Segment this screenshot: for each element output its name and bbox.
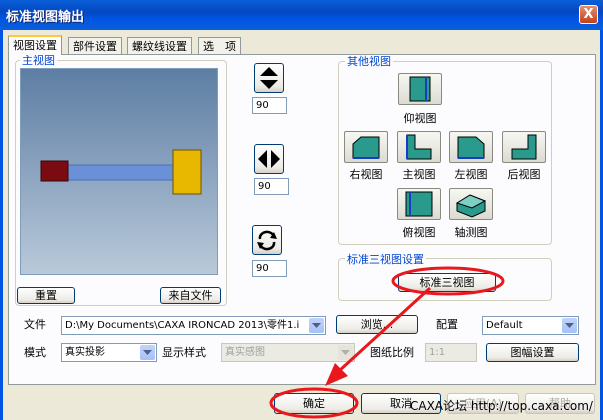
chevron-down-icon (143, 350, 152, 355)
config-select[interactable]: Default (482, 316, 579, 335)
chevron-down-icon (565, 323, 574, 328)
reset-button[interactable]: 重置 (17, 287, 75, 304)
right-view-label: 右视图 (349, 168, 383, 181)
display-style-value: 真实感图 (225, 347, 265, 358)
left-view-icon (457, 136, 485, 159)
file-path-value: D:\My Documents\CAXA IRONCAD 2013\零件1.i (65, 320, 300, 331)
rotate-horizontal-angle[interactable]: 90 (254, 178, 289, 195)
top-view-label: 俯视图 (402, 226, 436, 239)
rotate-horizontal-button[interactable] (254, 144, 284, 174)
front-view-label: 主视图 (402, 168, 436, 181)
display-style-label: 显示样式 (162, 346, 206, 359)
isometric-view-button[interactable] (449, 188, 493, 220)
sheet-settings-button[interactable]: 图幅设置 (486, 343, 579, 362)
title-bar: 标准视图输出 X (0, 0, 603, 30)
main-view-group-label: 主视图 (20, 54, 57, 67)
tab-label: 选 项 (203, 40, 236, 53)
model-left-block (40, 160, 69, 182)
tab-options[interactable]: 选 项 (198, 37, 241, 54)
front-view-button[interactable] (397, 131, 441, 163)
up-down-arrows-icon (260, 67, 278, 89)
tab-thread-settings[interactable]: 螺纹线设置 (127, 37, 192, 54)
red-arrow-annotation (325, 286, 432, 386)
left-right-arrows-icon (258, 150, 280, 168)
tab-label: 部件设置 (73, 40, 117, 53)
isometric-view-label: 轴测图 (454, 226, 488, 239)
mode-select[interactable]: 真实投影 (61, 343, 157, 362)
close-button[interactable]: X (579, 5, 598, 24)
right-view-icon (352, 136, 380, 159)
mode-label: 模式 (24, 346, 46, 359)
back-view-icon (511, 134, 537, 160)
model-right-block (172, 149, 202, 195)
other-views-group-label: 其他视图 (345, 55, 393, 68)
rotate-arrows-icon (257, 230, 277, 251)
model-rod (66, 164, 174, 181)
config-label: 配置 (436, 318, 458, 331)
bottom-view-button[interactable] (398, 73, 442, 105)
mode-value: 真实投影 (65, 347, 105, 358)
model-preview-drawing (40, 149, 202, 195)
rotate-vertical-button[interactable] (254, 63, 284, 93)
config-value: Default (486, 320, 523, 331)
file-select[interactable]: D:\My Documents\CAXA IRONCAD 2013\零件1.i (61, 316, 326, 335)
model-preview[interactable] (20, 68, 218, 275)
rotate-spin-angle[interactable]: 90 (252, 260, 287, 277)
left-view-button[interactable] (449, 131, 493, 163)
tab-part-settings[interactable]: 部件设置 (68, 37, 122, 54)
mode-dropdown-button[interactable] (140, 345, 155, 360)
tab-label: 视图设置 (13, 39, 57, 52)
from-file-button[interactable]: 来自文件 (160, 287, 221, 304)
tab-label: 螺纹线设置 (132, 40, 187, 53)
isometric-view-icon (455, 194, 487, 218)
forum-watermark: CAXA论坛 http://top.caxa.com/ (410, 399, 593, 413)
back-view-label: 后视图 (507, 168, 541, 181)
top-view-button[interactable] (397, 188, 441, 220)
rotate-vertical-angle[interactable]: 90 (252, 97, 287, 114)
file-label: 文件 (24, 318, 46, 331)
right-view-button[interactable] (344, 131, 388, 163)
close-icon: X (583, 7, 594, 22)
config-dropdown-button[interactable] (562, 318, 577, 333)
window-title: 标准视图输出 (6, 10, 85, 25)
rotate-spin-button[interactable] (252, 225, 282, 255)
back-view-button[interactable] (502, 131, 546, 163)
left-view-label: 左视图 (454, 168, 488, 181)
top-view-icon (405, 191, 433, 217)
front-view-icon (406, 134, 432, 160)
bottom-view-label: 仰视图 (403, 112, 437, 125)
tab-view-settings[interactable]: 视图设置 (8, 35, 62, 55)
bottom-view-icon (409, 76, 431, 102)
